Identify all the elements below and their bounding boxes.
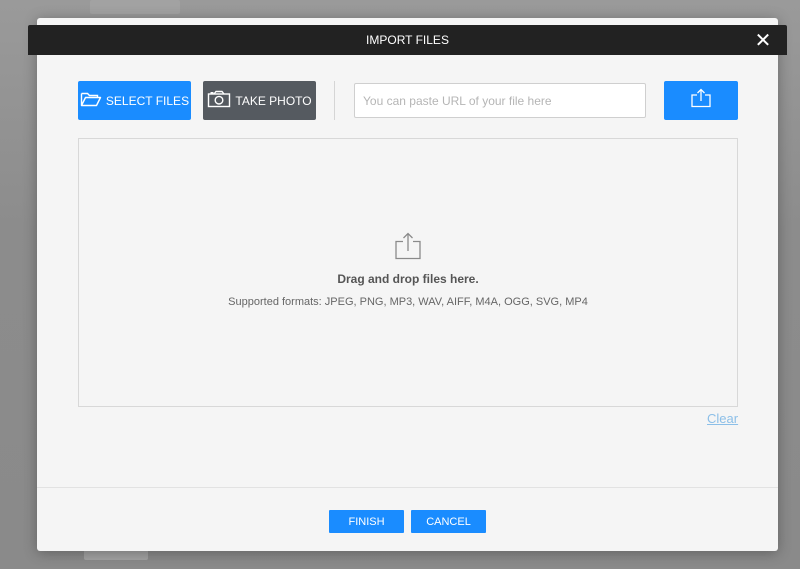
upload-icon [393, 231, 423, 261]
toolbar-divider [334, 81, 335, 120]
take-photo-button[interactable]: TAKE PHOTO [203, 81, 316, 120]
footer-divider [37, 487, 778, 488]
clear-link[interactable]: Clear [707, 411, 738, 426]
take-photo-label: TAKE PHOTO [235, 93, 312, 108]
upload-url-button[interactable] [664, 81, 738, 120]
select-files-button[interactable]: SELECT FILES [78, 81, 191, 120]
url-input[interactable] [354, 83, 646, 118]
supported-formats-text: Supported formats: JPEG, PNG, MP3, WAV, … [228, 296, 588, 308]
drop-zone-title: Drag and drop files here. [337, 272, 479, 286]
upload-icon [690, 88, 712, 113]
folder-open-icon [80, 90, 102, 111]
select-files-label: SELECT FILES [105, 93, 190, 108]
dialog-titlebar: IMPORT FILES ✕ [28, 25, 787, 55]
cancel-button[interactable]: CANCEL [411, 510, 486, 533]
camera-icon [207, 90, 231, 111]
close-icon[interactable]: ✕ [753, 30, 773, 50]
dialog-title: IMPORT FILES [366, 33, 449, 47]
finish-button[interactable]: FINISH [329, 510, 404, 533]
background-shape [90, 0, 180, 14]
